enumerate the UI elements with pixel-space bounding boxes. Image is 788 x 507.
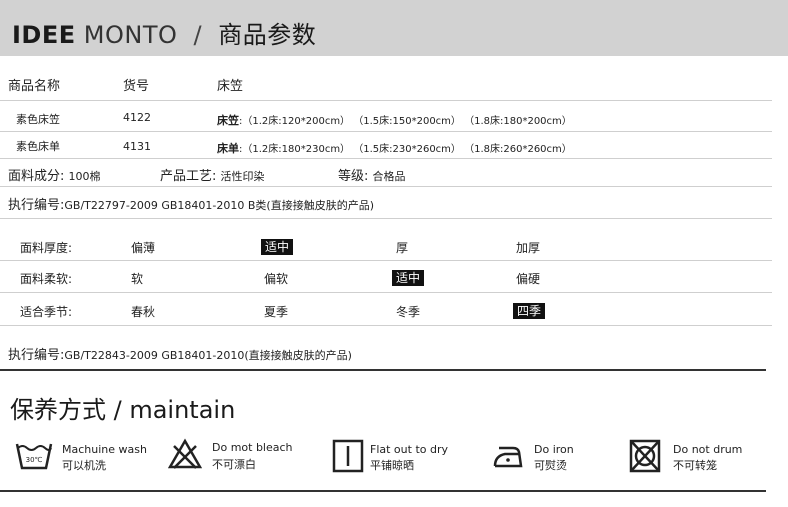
season-option: 冬季 bbox=[396, 305, 421, 319]
standard2-value: GB/T22843-2009 GB18401-2010(直接接触皮肤的产品) bbox=[64, 349, 352, 362]
row1-label: 床笠 bbox=[217, 114, 239, 127]
no-bleach-icon bbox=[168, 438, 202, 469]
thickness-option: 厚 bbox=[396, 241, 409, 255]
care-label-cn: 不可漂白 bbox=[212, 458, 256, 471]
season-option: 夏季 bbox=[264, 305, 289, 319]
softness-option: 偏软 bbox=[264, 272, 289, 286]
divider bbox=[0, 218, 772, 219]
divider bbox=[0, 292, 772, 293]
standard2-label: 执行编号: bbox=[8, 348, 65, 363]
brand-light: MONTO bbox=[83, 21, 178, 49]
row2-name: 素色床单 bbox=[16, 140, 60, 153]
craft: 产品工艺: 活性印染 bbox=[160, 165, 265, 184]
softness-label: 面料柔软: bbox=[20, 272, 73, 286]
fabric-value: 100棉 bbox=[68, 170, 101, 183]
no-tumble-dry-icon bbox=[629, 439, 661, 473]
col-header-name: 商品名称 bbox=[8, 79, 61, 94]
divider bbox=[0, 325, 772, 326]
row1-code: 4122 bbox=[123, 111, 151, 124]
craft-value: 活性印染 bbox=[220, 170, 265, 183]
divider bbox=[0, 260, 772, 261]
thickness-option: 偏薄 bbox=[131, 241, 156, 255]
grade: 等级: 合格品 bbox=[338, 165, 406, 184]
care-label-cn: 可以机洗 bbox=[62, 459, 106, 472]
divider bbox=[0, 158, 772, 159]
machine-wash-icon: 30℃ bbox=[15, 443, 53, 470]
care-label-en: Machuine wash bbox=[62, 443, 147, 456]
standard-2: 执行编号:GB/T22843-2009 GB18401-2010(直接接触皮肤的… bbox=[8, 344, 352, 363]
care-label-cn: 可熨烫 bbox=[534, 459, 567, 472]
brand-bold: IDEE bbox=[12, 21, 76, 49]
care-label-cn: 不可转笼 bbox=[673, 459, 717, 472]
row2-spec: 床单:（1.2床:180*230cm） （1.5床:230*260cm） （1.… bbox=[217, 140, 572, 156]
row1-sizes: :（1.2床:120*200cm） （1.5床:150*200cm） （1.8床… bbox=[239, 116, 572, 127]
softness-option-selected: 适中 bbox=[392, 269, 425, 286]
grade-label: 等级: bbox=[338, 169, 369, 184]
season-option: 春秋 bbox=[131, 305, 156, 319]
col-header-type: 床笠 bbox=[217, 79, 244, 94]
fabric-composition: 面料成分: 100棉 bbox=[8, 165, 101, 184]
standard1-value: GB/T22797-2009 GB18401-2010 B类(直接接触皮肤的产品… bbox=[64, 199, 374, 212]
row2-code: 4131 bbox=[123, 140, 151, 153]
care-label-en: Flat out to dry bbox=[370, 443, 448, 456]
craft-label: 产品工艺: bbox=[160, 169, 217, 184]
row1-name: 素色床笠 bbox=[16, 113, 60, 126]
page-title: 商品参数 bbox=[218, 21, 317, 49]
season-option-selected: 四季 bbox=[513, 302, 546, 319]
care-label-en: Do not drum bbox=[673, 443, 743, 456]
brand-separator: / bbox=[193, 21, 203, 49]
wash-temperature: 30℃ bbox=[26, 456, 43, 464]
season-label: 适合季节: bbox=[20, 305, 73, 319]
row2-sizes: :（1.2床:180*230cm） （1.5床:230*260cm） （1.8床… bbox=[239, 144, 572, 155]
care-title: 保养方式 / maintain bbox=[10, 396, 236, 424]
divider bbox=[0, 186, 772, 187]
softness-option: 偏硬 bbox=[516, 272, 541, 286]
flat-dry-icon bbox=[332, 439, 364, 473]
row2-label: 床单 bbox=[217, 142, 239, 155]
divider bbox=[0, 131, 772, 132]
care-label-en: Do iron bbox=[534, 443, 574, 456]
softness-option: 软 bbox=[131, 272, 144, 286]
row1-spec: 床笠:（1.2床:120*200cm） （1.5床:150*200cm） （1.… bbox=[217, 112, 572, 128]
thickness-label: 面料厚度: bbox=[20, 241, 73, 255]
divider bbox=[0, 100, 772, 101]
bottom-divider bbox=[0, 490, 766, 492]
standard-1: 执行编号:GB/T22797-2009 GB18401-2010 B类(直接接触… bbox=[8, 194, 374, 213]
fabric-label: 面料成分: bbox=[8, 169, 65, 184]
thickness-option: 加厚 bbox=[516, 241, 541, 255]
thickness-option-selected: 适中 bbox=[261, 238, 294, 255]
care-label-en: Do mot bleach bbox=[212, 441, 293, 454]
iron-icon bbox=[493, 446, 523, 468]
brand-title: IDEE MONTO / 商品参数 bbox=[12, 20, 316, 50]
col-header-code: 货号 bbox=[123, 79, 150, 94]
standard1-label: 执行编号: bbox=[8, 198, 65, 213]
section-divider bbox=[0, 369, 766, 371]
care-label-cn: 平铺晾晒 bbox=[370, 459, 414, 472]
grade-value: 合格品 bbox=[372, 170, 406, 183]
